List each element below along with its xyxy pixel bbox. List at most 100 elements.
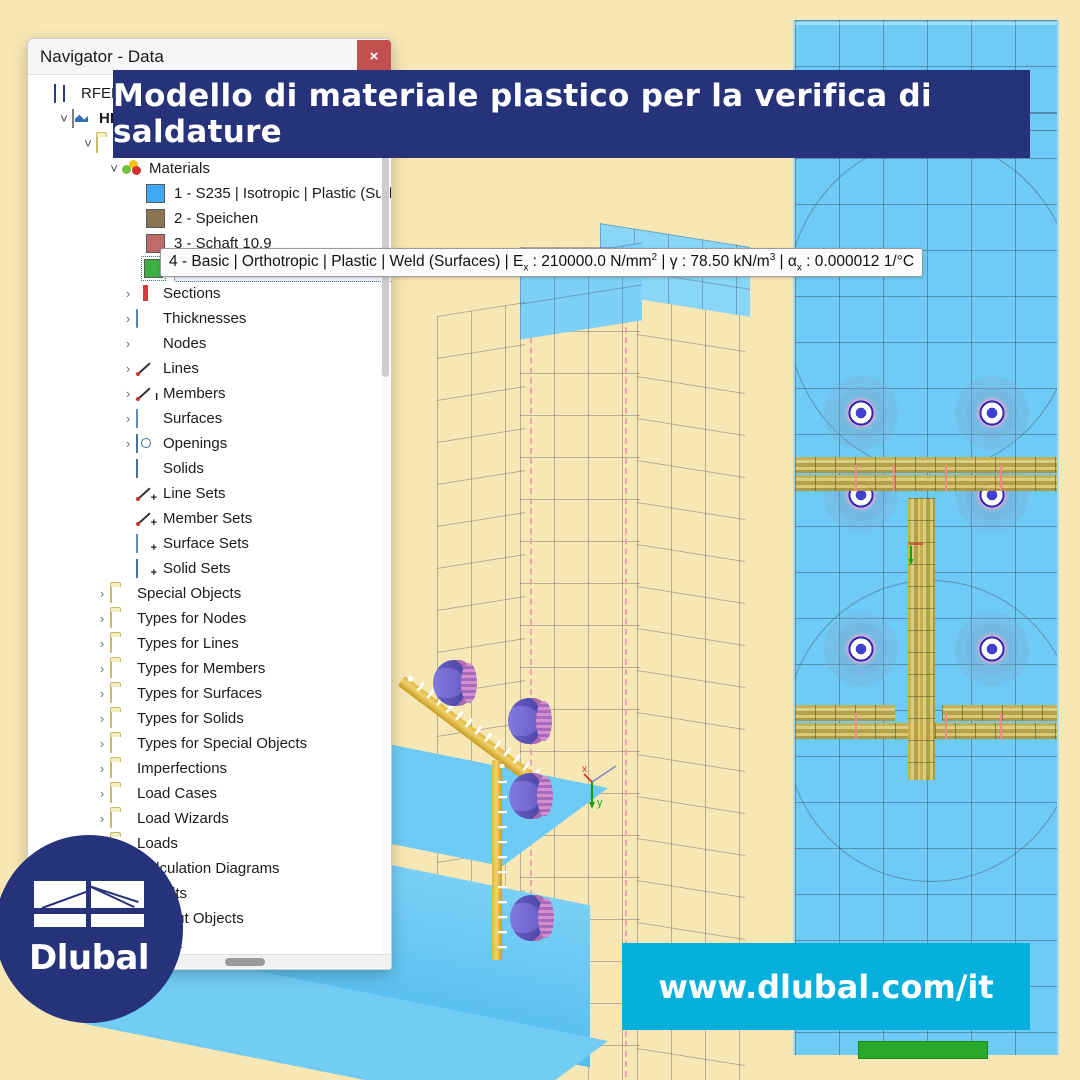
url-banner[interactable]: www.dlubal.com/it (622, 943, 1030, 1030)
title-banner: Modello di materiale plastico per la ver… (113, 70, 1030, 158)
global-axis-gizmo-icon: y x (582, 764, 617, 809)
chevron-right-icon[interactable]: › (94, 586, 110, 601)
tree-item-surface-sets[interactable]: + Surface Sets (28, 531, 391, 556)
tree-item-members[interactable]: › I Members (28, 381, 391, 406)
tree-item-label: Types for Members (137, 660, 266, 677)
chevron-right-icon[interactable]: › (120, 386, 136, 401)
folder-icon (110, 609, 130, 628)
chevron-down-icon[interactable]: ˅ (56, 111, 72, 126)
member-icon: I (155, 392, 158, 403)
navigator-window[interactable]: Navigator - Data × RFEM ˅ HE ˅ ˅ Materia… (27, 38, 392, 970)
chevron-right-icon[interactable]: › (120, 436, 136, 451)
list-item-material-1[interactable]: 1 - S235 | Isotropic | Plastic (Surfac (28, 181, 391, 206)
chevron-right-icon[interactable]: › (94, 761, 110, 776)
navigator-tree-panel[interactable]: RFEM ˅ HE ˅ ˅ Materials 1 - S235 | Isotr… (28, 75, 391, 968)
dlubal-logo: Dlubal (0, 835, 183, 1023)
thickness-icon (136, 309, 156, 328)
support-tick (1000, 465, 1002, 491)
node-icon (136, 335, 156, 352)
tree-item-load-wizards[interactable]: › Load Wizards (28, 806, 391, 831)
folder-icon (110, 634, 130, 653)
chevron-right-icon[interactable]: › (94, 611, 110, 626)
bolt-hole[interactable] (844, 632, 878, 666)
material-label: 2 - Speichen (174, 210, 259, 227)
tree-item-thicknesses[interactable]: › Thicknesses (28, 306, 391, 331)
chevron-down-icon[interactable]: ˅ (80, 136, 96, 151)
tree-item-imperfections[interactable]: › Imperfections (28, 756, 391, 781)
tree-item-label: Types for Surfaces (137, 685, 263, 702)
bolt-hole[interactable] (844, 396, 878, 430)
navigator-vertical-scrollbar[interactable] (381, 75, 390, 968)
tooltip-e-value: : 210000.0 N/mm (528, 253, 652, 271)
tree-item-types-for-surfaces[interactable]: › Types for Surfaces (28, 681, 391, 706)
tree-item-line-sets[interactable]: + Line Sets (28, 481, 391, 506)
logo-wordmark: Dlubal (28, 937, 150, 978)
list-item-material-2[interactable]: 2 - Speichen (28, 206, 391, 231)
tree-item-lines[interactable]: › Lines (28, 356, 391, 381)
tree-item-label: Load Cases (137, 785, 218, 802)
tree-item-label: Lines (163, 360, 199, 377)
folder-icon (110, 684, 130, 703)
tree-item-types-for-members[interactable]: › Types for Members (28, 656, 391, 681)
tree-item-types-for-solids[interactable]: › Types for Solids (28, 706, 391, 731)
chevron-right-icon[interactable]: › (120, 411, 136, 426)
line-icon (136, 360, 156, 377)
bolt-hole[interactable] (975, 396, 1009, 430)
chevron-right-icon[interactable]: › (94, 811, 110, 826)
chevron-right-icon[interactable]: › (94, 711, 110, 726)
tree-item-load-cases[interactable]: › Load Cases (28, 781, 391, 806)
weld-seam-vertical[interactable] (492, 760, 507, 960)
chevron-right-icon[interactable]: › (94, 636, 110, 651)
chevron-down-icon[interactable]: ˅ (106, 161, 122, 176)
tree-item-types-for-nodes[interactable]: › Types for Nodes (28, 606, 391, 631)
chevron-right-icon[interactable]: › (120, 311, 136, 326)
solid-set-icon: + (136, 559, 157, 579)
tree-item-special-objects[interactable]: › Special Objects (28, 581, 391, 606)
tree-item-surfaces[interactable]: › Surfaces (28, 406, 391, 431)
model-document-icon (72, 109, 92, 128)
material-color-swatch (146, 184, 165, 203)
bolt-hole[interactable] (975, 632, 1009, 666)
chevron-right-icon[interactable]: › (94, 686, 110, 701)
tree-item-label: Solids (163, 460, 204, 477)
folder-icon (110, 784, 130, 803)
navigator-tree[interactable]: RFEM ˅ HE ˅ ˅ Materials 1 - S235 | Isotr… (28, 75, 391, 956)
chevron-right-icon[interactable]: › (94, 786, 110, 801)
chevron-right-icon[interactable]: › (120, 336, 136, 351)
surface-icon (136, 409, 156, 428)
bolt-3d[interactable] (510, 895, 554, 941)
chevron-right-icon[interactable]: › (120, 361, 136, 376)
screenshot-root: y x Navigator - Data × RFEM ˅ HE ˅ ˅ Mat… (0, 0, 1080, 1080)
folder-icon (110, 734, 130, 753)
tree-item-types-for-special-objects[interactable]: › Types for Special Objects (28, 731, 391, 756)
tree-item-materials-group[interactable]: ˅ Materials (28, 156, 391, 181)
close-icon[interactable]: × (357, 39, 391, 74)
tree-item-member-sets[interactable]: + Member Sets (28, 506, 391, 531)
tree-item-label: Solid Sets (163, 560, 231, 577)
tree-item-label: Surfaces (163, 410, 223, 427)
fem-plate-mesh[interactable] (793, 20, 1059, 1055)
solid-icon (136, 459, 156, 478)
banner-title-text: Modello di materiale plastico per la ver… (113, 78, 932, 150)
chevron-right-icon[interactable]: › (94, 736, 110, 751)
tree-item-label: Line Sets (163, 485, 226, 502)
weld-line-horizontal[interactable] (795, 457, 1057, 473)
bolt-3d[interactable] (509, 773, 553, 819)
tree-item-label: Types for Lines (137, 635, 239, 652)
tree-item-types-for-lines[interactable]: › Types for Lines (28, 631, 391, 656)
tree-item-openings[interactable]: › Openings (28, 431, 391, 456)
bolt-3d[interactable] (508, 698, 552, 744)
chevron-right-icon[interactable]: › (120, 286, 136, 301)
weld-line-horizontal[interactable] (795, 705, 895, 721)
url-text: www.dlubal.com/it (658, 967, 994, 1006)
tree-item-solid-sets[interactable]: + Solid Sets (28, 556, 391, 581)
tree-item-solids[interactable]: Solids (28, 456, 391, 481)
folder-icon (110, 659, 130, 678)
tree-item-nodes[interactable]: › Nodes (28, 331, 391, 356)
bolt-3d[interactable] (433, 660, 477, 706)
chevron-right-icon[interactable]: › (94, 661, 110, 676)
scrollbar-thumb[interactable] (225, 958, 265, 966)
tree-item-sections[interactable]: › Sections (28, 281, 391, 306)
tree-item-label: Load Wizards (137, 810, 229, 827)
weld-line-horizontal[interactable] (795, 475, 1057, 491)
